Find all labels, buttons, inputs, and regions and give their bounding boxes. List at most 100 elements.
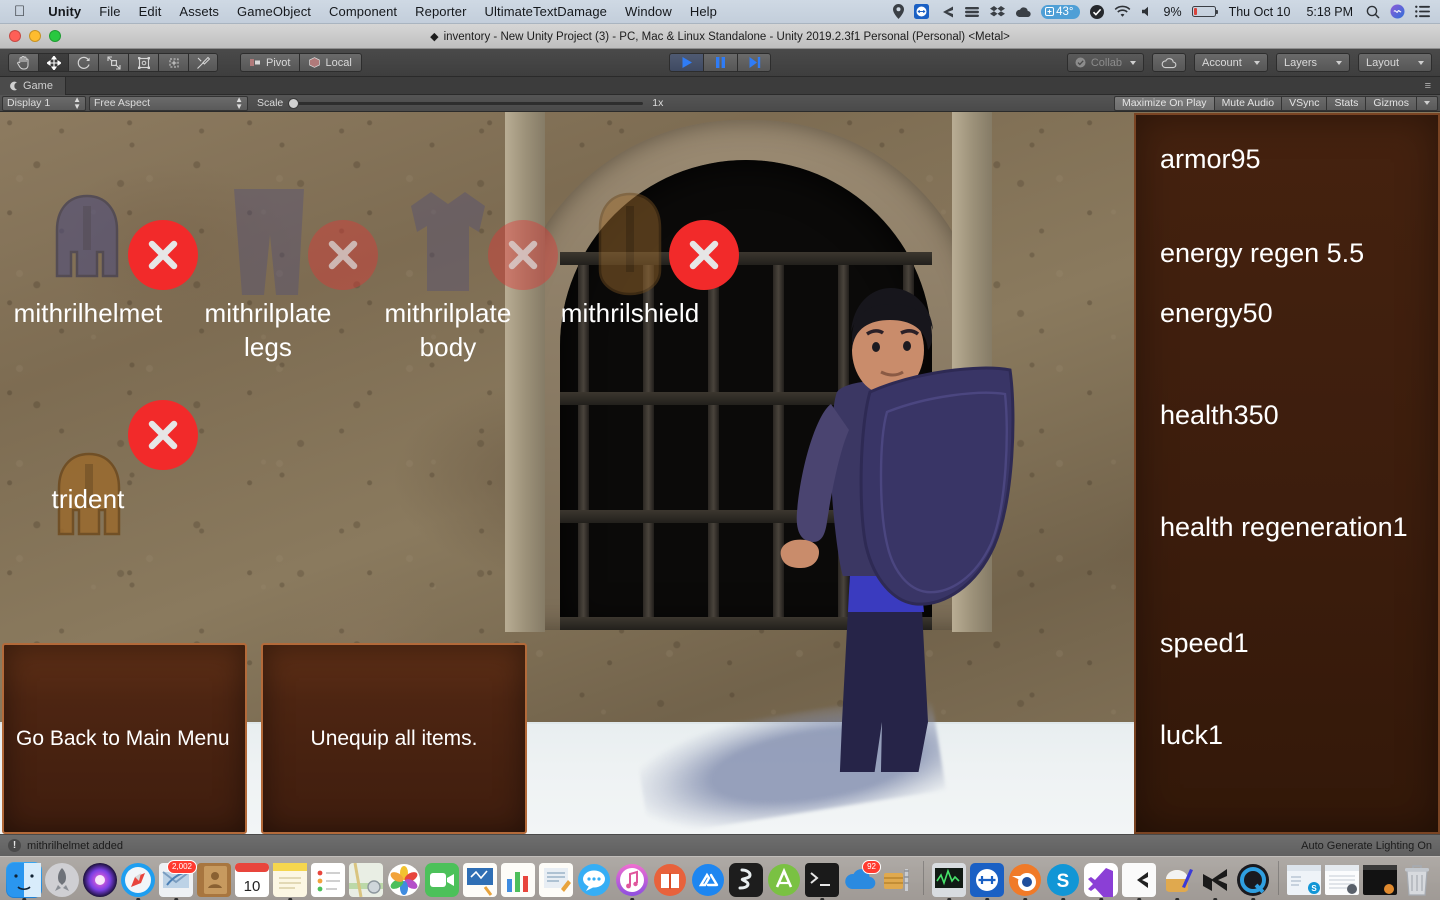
checkmark-status-icon[interactable] xyxy=(1090,5,1104,19)
apple-icon[interactable]:  xyxy=(0,4,39,19)
menu-edit[interactable]: Edit xyxy=(130,4,171,19)
dock-skype-icon[interactable]: S xyxy=(1045,862,1081,898)
transform-tool-button[interactable] xyxy=(158,53,188,72)
remove-x-icon[interactable] xyxy=(308,220,378,290)
dock-minimized-finder-window[interactable] xyxy=(1324,862,1360,898)
menu-gameobject[interactable]: GameObject xyxy=(228,4,320,19)
unity-status-icon[interactable] xyxy=(939,5,954,19)
remove-x-icon[interactable] xyxy=(669,220,739,290)
dock-visual-studio-icon[interactable] xyxy=(1083,862,1119,898)
dock-numbers-icon[interactable] xyxy=(500,862,536,898)
dock-appstore-icon[interactable] xyxy=(690,862,726,898)
dock-android-studio-icon[interactable] xyxy=(766,862,802,898)
zoom-window-button[interactable] xyxy=(49,30,61,42)
menu-clock-date[interactable]: Thu Oct 10 xyxy=(1226,5,1294,19)
menu-ultimatetextdamage[interactable]: UltimateTextDamage xyxy=(476,4,616,19)
close-window-button[interactable] xyxy=(9,30,21,42)
unequip-all-items-button[interactable]: Unequip all items. xyxy=(261,643,527,834)
go-back-to-main-menu-button[interactable]: Go Back to Main Menu xyxy=(2,643,247,834)
local-toggle[interactable]: Local xyxy=(299,53,361,72)
dock-finder-icon[interactable] xyxy=(6,862,42,898)
dock-maps-icon[interactable] xyxy=(348,862,384,898)
hand-tool-button[interactable] xyxy=(8,53,38,72)
weather-temperature[interactable]: 43° xyxy=(1041,5,1079,19)
unity-status-bar[interactable]: ! mithrilhelmet added Auto Generate Ligh… xyxy=(0,834,1440,856)
notification-center-icon[interactable] xyxy=(1415,5,1430,18)
dock-siri-icon[interactable] xyxy=(82,862,118,898)
layers-dropdown[interactable]: Layers xyxy=(1276,53,1350,72)
dock-itunes-icon[interactable] xyxy=(614,862,650,898)
vsync-toggle[interactable]: VSync xyxy=(1281,96,1326,111)
pause-button[interactable] xyxy=(703,53,737,72)
dock-unity-icon[interactable] xyxy=(1197,862,1233,898)
pivot-toggle[interactable]: Pivot xyxy=(240,53,299,72)
gizmos-dropdown-arrow[interactable] xyxy=(1416,96,1438,111)
dock-onedrive-icon[interactable]: 92 xyxy=(842,862,878,898)
panel-menu-icon[interactable]: ≡ xyxy=(1425,80,1440,92)
remove-x-icon[interactable] xyxy=(488,220,558,290)
dock-archive-utility-icon[interactable] xyxy=(880,862,916,898)
maximize-on-play-toggle[interactable]: Maximize On Play xyxy=(1114,96,1214,111)
menu-help[interactable]: Help xyxy=(681,4,726,19)
dock-safari-icon[interactable] xyxy=(120,862,156,898)
dock-contacts-icon[interactable] xyxy=(196,862,232,898)
step-button[interactable] xyxy=(737,53,771,72)
trash-icon[interactable] xyxy=(1400,862,1434,898)
menu-assets[interactable]: Assets xyxy=(170,4,228,19)
dock-evernote-icon[interactable] xyxy=(728,862,764,898)
account-dropdown[interactable]: Account xyxy=(1194,53,1268,72)
rect-tool-button[interactable] xyxy=(128,53,158,72)
dock-teamviewer-icon[interactable] xyxy=(969,862,1005,898)
dock-ibooks-icon[interactable] xyxy=(652,862,688,898)
location-icon[interactable] xyxy=(893,4,904,19)
menu-file[interactable]: File xyxy=(90,4,129,19)
dock-minimized-skype-window[interactable]: S xyxy=(1286,862,1322,898)
teamviewer-icon[interactable] xyxy=(914,4,929,19)
onedrive-icon[interactable] xyxy=(1015,6,1031,18)
dock-blender-icon[interactable] xyxy=(1007,862,1043,898)
dock-photos-icon[interactable] xyxy=(386,862,422,898)
dock-facetime-icon[interactable] xyxy=(424,862,460,898)
gizmos-toggle[interactable]: Gizmos xyxy=(1365,96,1416,111)
volume-icon[interactable] xyxy=(1141,5,1154,18)
play-button[interactable] xyxy=(669,53,703,72)
dropbox-icon[interactable] xyxy=(990,5,1005,19)
wifi-icon[interactable] xyxy=(1114,5,1131,18)
auto-generate-lighting-label[interactable]: Auto Generate Lighting On xyxy=(1301,840,1432,852)
dock-reminders-icon[interactable] xyxy=(310,862,346,898)
dock-keynote-icon[interactable] xyxy=(462,862,498,898)
dock-notes-icon[interactable] xyxy=(272,862,308,898)
menu-component[interactable]: Component xyxy=(320,4,406,19)
menu-unity[interactable]: Unity xyxy=(39,4,90,19)
menu-window[interactable]: Window xyxy=(616,4,681,19)
scale-slider-handle[interactable] xyxy=(288,98,299,109)
rotate-tool-button[interactable] xyxy=(68,53,98,72)
stats-toggle[interactable]: Stats xyxy=(1326,96,1365,111)
tab-game[interactable]: Game xyxy=(0,77,66,95)
dock-messages-icon[interactable] xyxy=(576,862,612,898)
display-dropdown[interactable]: Display 1 ▲▼ xyxy=(2,96,86,111)
move-tool-button[interactable] xyxy=(38,53,68,72)
layout-dropdown[interactable]: Layout xyxy=(1358,53,1432,72)
dock-activity-monitor-icon[interactable] xyxy=(931,862,967,898)
search-icon[interactable] xyxy=(1366,5,1380,19)
dock-paint-icon[interactable] xyxy=(1159,862,1195,898)
cloud-services-button[interactable] xyxy=(1152,53,1186,72)
siri-icon[interactable] xyxy=(1390,4,1405,19)
mute-audio-toggle[interactable]: Mute Audio xyxy=(1214,96,1282,111)
dock-terminal-icon[interactable] xyxy=(804,862,840,898)
dock-calendar-icon[interactable]: 10 xyxy=(234,862,270,898)
dock-pages-icon[interactable] xyxy=(538,862,574,898)
bartender-icon[interactable] xyxy=(964,5,980,19)
collab-button[interactable]: Collab xyxy=(1067,53,1144,72)
dock-mail-icon[interactable]: 2,002 xyxy=(158,862,194,898)
dock-unity-hub-icon[interactable] xyxy=(1121,862,1157,898)
custom-tool-button[interactable] xyxy=(188,53,218,72)
scale-slider[interactable] xyxy=(288,102,643,105)
dock-minimized-terminal-window[interactable] xyxy=(1362,862,1398,898)
scale-tool-button[interactable] xyxy=(98,53,128,72)
dock-launchpad-icon[interactable] xyxy=(44,862,80,898)
aspect-dropdown[interactable]: Free Aspect ▲▼ xyxy=(89,96,248,111)
battery-icon[interactable] xyxy=(1192,6,1216,17)
dock-quicktime-icon[interactable] xyxy=(1235,862,1271,898)
